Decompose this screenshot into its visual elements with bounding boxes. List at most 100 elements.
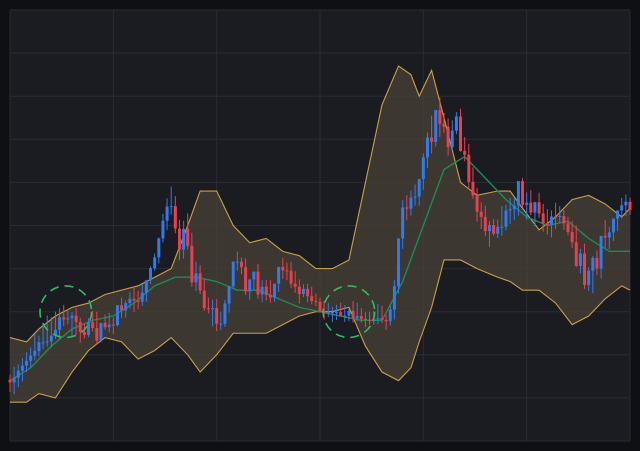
candle-body xyxy=(343,315,347,317)
candle-body xyxy=(425,137,429,158)
candle-body xyxy=(206,308,210,310)
candle xyxy=(223,300,227,327)
candle-body xyxy=(446,126,450,148)
candle-body xyxy=(111,324,115,326)
candle-body xyxy=(595,257,599,269)
candle-body xyxy=(578,253,582,267)
candle-body xyxy=(128,298,132,304)
candle-body xyxy=(413,196,417,198)
candle-body xyxy=(397,238,401,287)
candle-body xyxy=(66,318,70,320)
candle-body xyxy=(574,242,578,267)
candle xyxy=(397,238,401,294)
candle-body xyxy=(355,316,359,319)
candle-body xyxy=(603,235,607,238)
candle-body xyxy=(566,223,570,232)
candle-body xyxy=(558,216,562,218)
candle-body xyxy=(82,331,86,335)
candle-body xyxy=(611,218,615,233)
candle-body xyxy=(132,298,136,301)
candle-body xyxy=(541,213,545,224)
candle-body xyxy=(173,206,177,229)
candle-body xyxy=(628,201,632,210)
candle-body xyxy=(508,209,512,211)
candle-body xyxy=(529,202,533,213)
candle-body xyxy=(301,288,305,295)
candle xyxy=(115,305,119,327)
candle-body xyxy=(29,355,33,361)
candle-body xyxy=(392,286,396,310)
candle-body xyxy=(37,342,41,351)
candle-body xyxy=(107,324,111,328)
candle-body xyxy=(624,201,628,206)
candle-body xyxy=(401,207,405,239)
candle-body xyxy=(91,322,95,329)
candle xyxy=(521,178,525,209)
candle-body xyxy=(264,286,268,295)
candle-body xyxy=(12,377,16,383)
candle-body xyxy=(471,181,475,196)
candle-body xyxy=(388,309,392,322)
candle-body xyxy=(421,157,425,179)
candle-body xyxy=(277,266,281,284)
candle-body xyxy=(463,150,467,155)
candle-body xyxy=(58,317,62,330)
candle-body xyxy=(549,216,553,226)
candle-body xyxy=(500,226,504,228)
candle-body xyxy=(405,207,409,209)
candle-body xyxy=(289,270,293,284)
candle xyxy=(231,261,235,290)
candle-body xyxy=(450,130,454,148)
candle-body xyxy=(599,235,603,269)
candle-body xyxy=(562,216,566,224)
candle-body xyxy=(25,360,29,366)
candle-body xyxy=(223,303,227,324)
candle-body xyxy=(161,220,165,239)
candle-body xyxy=(454,116,458,131)
candle-body xyxy=(368,319,372,321)
candle-body xyxy=(430,137,434,142)
candle-body xyxy=(516,181,520,206)
candle-body xyxy=(120,305,124,311)
candle-body xyxy=(177,228,181,250)
candle-body xyxy=(239,261,243,268)
candle-body xyxy=(583,253,587,285)
candle-body xyxy=(351,310,355,319)
candle-body xyxy=(297,286,301,295)
candle-body xyxy=(260,286,264,295)
candle-body xyxy=(310,296,314,301)
candle-body xyxy=(190,245,194,283)
candle-body xyxy=(115,305,119,326)
candle-body xyxy=(359,316,363,320)
candle-body xyxy=(591,257,595,271)
candle-body xyxy=(326,312,330,314)
candle-body xyxy=(521,181,525,205)
candle-body xyxy=(347,310,351,316)
candle-body xyxy=(70,315,74,319)
candle xyxy=(434,109,438,147)
candle-body xyxy=(62,317,66,320)
candle-body xyxy=(49,335,53,342)
candle-body xyxy=(256,271,260,295)
candle-body xyxy=(306,288,310,297)
candle-body xyxy=(211,308,215,310)
candle-body xyxy=(244,267,248,292)
candle-body xyxy=(252,271,256,280)
candle-body xyxy=(186,228,190,246)
candle-body xyxy=(87,322,91,335)
candle-body xyxy=(8,379,12,383)
candle-body xyxy=(95,328,99,341)
candle-body xyxy=(409,197,413,209)
candle-body xyxy=(533,202,537,213)
candle-body xyxy=(227,286,231,304)
candle-body xyxy=(545,223,549,226)
candle-body xyxy=(376,318,380,320)
candle-body xyxy=(215,308,219,324)
candle-body xyxy=(363,319,367,321)
candle xyxy=(99,322,103,343)
candle-body xyxy=(479,211,483,217)
candle-body xyxy=(607,232,611,238)
candle-body xyxy=(124,303,128,311)
candle-body xyxy=(78,322,82,332)
candle-body xyxy=(616,210,620,219)
